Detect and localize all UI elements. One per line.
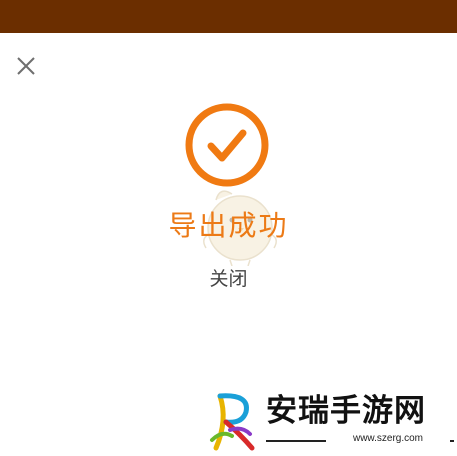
success-title: 导出成功 — [168, 209, 289, 242]
site-url: www.szerg.com — [352, 433, 423, 444]
divider-left — [266, 440, 326, 442]
site-name: 安瑞手游网 — [266, 393, 426, 429]
close-icon[interactable] — [12, 52, 40, 80]
close-button[interactable]: 关闭 — [0, 266, 457, 292]
checkmark-circle-icon — [184, 102, 270, 188]
divider-right — [450, 440, 454, 442]
top-bar — [0, 0, 457, 33]
site-watermark: 安瑞手游网 www.szerg.com — [206, 388, 457, 455]
site-logo-icon — [206, 390, 262, 452]
